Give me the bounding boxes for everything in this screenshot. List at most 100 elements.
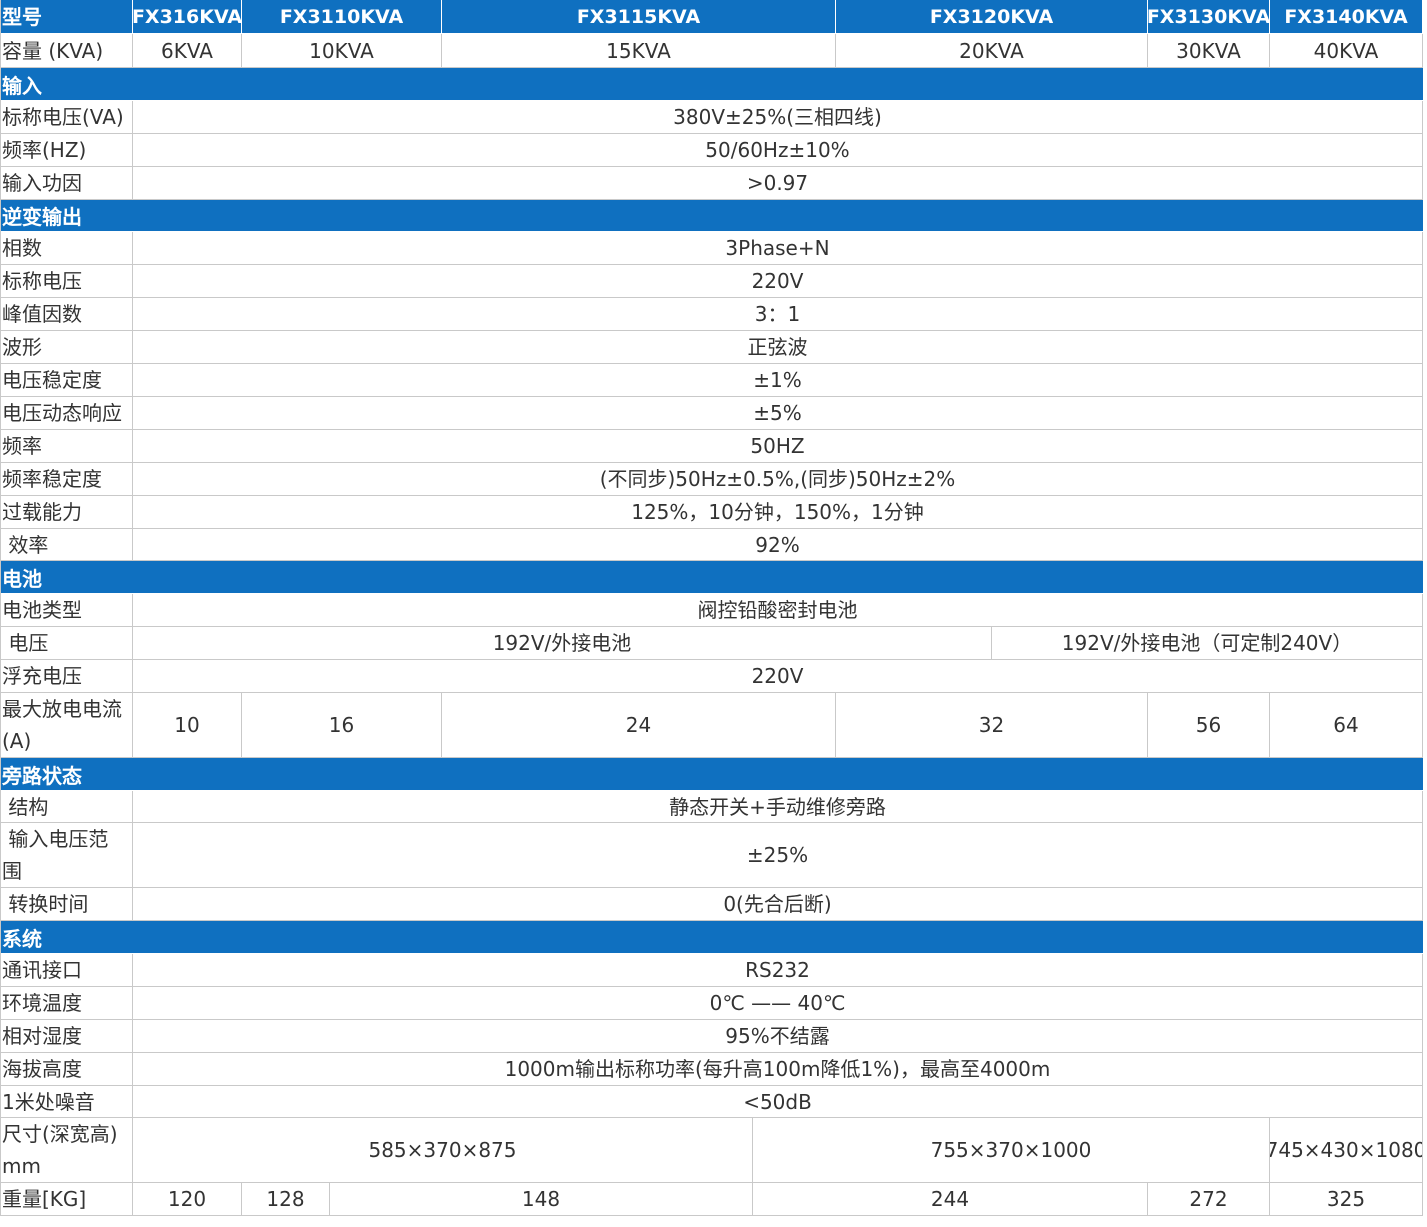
system-dim-label: 尺寸(深宽高) mm bbox=[2, 1118, 118, 1182]
output-voltage-label: 标称电压 bbox=[2, 269, 82, 293]
row-label: 通讯接口 bbox=[0, 954, 133, 987]
row-label: 波形 bbox=[0, 331, 133, 364]
section-bypass: 旁路状态 bbox=[0, 758, 1423, 791]
row-label: 1米处噪音 bbox=[0, 1086, 133, 1118]
input-freq-value: 50/60Hz±10% bbox=[133, 134, 1423, 167]
row-label: 频率(HZ) bbox=[0, 134, 133, 167]
battery-current-label-line2: (A) bbox=[2, 729, 32, 753]
row-label: 频率 bbox=[0, 430, 133, 463]
model-name: FX3140KVA bbox=[1270, 0, 1423, 34]
battery-current-value: 56 bbox=[1148, 693, 1270, 758]
output-dyn-value: ±5% bbox=[133, 397, 1423, 430]
system-alt-value: 1000m输出标称功率(每升高100m降低1%)，最高至4000m bbox=[133, 1053, 1423, 1086]
system-weight-label: 重量[KG] bbox=[2, 1187, 87, 1211]
output-overload-label: 过载能力 bbox=[2, 500, 82, 524]
battery-current-label-line1: 最大放电电流 bbox=[2, 697, 122, 721]
output-crest-label: 峰值因数 bbox=[2, 302, 82, 326]
bypass-range-label: 输入电压范 围 bbox=[2, 823, 108, 887]
model-name: FX3130KVA bbox=[1148, 0, 1270, 34]
section-input: 输入 bbox=[0, 68, 1423, 101]
row-label: 过载能力 bbox=[0, 496, 133, 529]
system-noise-value: <50dB bbox=[133, 1086, 1423, 1118]
output-stab-value: ±1% bbox=[133, 364, 1423, 397]
row-label: 标称电压(VA) bbox=[0, 101, 133, 134]
system-dim-label-line2: mm bbox=[2, 1154, 41, 1178]
system-dim-value: 755×370×1000 bbox=[753, 1118, 1270, 1183]
system-weight-value: 120 bbox=[133, 1183, 242, 1216]
battery-current-label: 最大放电电流 (A) bbox=[2, 693, 122, 757]
system-alt-label: 海拔高度 bbox=[2, 1057, 82, 1081]
output-dyn-label: 电压动态响应 bbox=[2, 401, 122, 425]
output-eff-value: 92% bbox=[133, 529, 1423, 561]
bypass-range-value: ±25% bbox=[133, 823, 1423, 888]
output-overload-value: 125%，10分钟，150%，1分钟 bbox=[133, 496, 1423, 529]
input-voltage-label: 标称电压(VA) bbox=[2, 105, 124, 129]
system-weight-value: 128 bbox=[242, 1183, 330, 1216]
system-weight-value: 325 bbox=[1270, 1183, 1423, 1216]
capacity-value: 15KVA bbox=[442, 34, 836, 68]
output-wave-value: 正弦波 bbox=[133, 331, 1423, 364]
row-label: 电压 bbox=[0, 627, 133, 660]
output-voltage-value: 220V bbox=[133, 265, 1423, 298]
battery-voltage-value-b: 192V/外接电池（可定制240V） bbox=[992, 627, 1423, 660]
system-temp-label: 环境温度 bbox=[2, 991, 82, 1015]
system-noise-label: 1米处噪音 bbox=[2, 1089, 95, 1114]
model-label: 型号 bbox=[2, 4, 42, 29]
system-dim-label-line1: 尺寸(深宽高) bbox=[2, 1122, 118, 1146]
system-comm-value: RS232 bbox=[133, 954, 1423, 987]
output-freq-label: 频率 bbox=[2, 434, 42, 458]
row-label: 海拔高度 bbox=[0, 1053, 133, 1086]
capacity-value: 40KVA bbox=[1270, 34, 1423, 68]
battery-voltage-label: 电压 bbox=[2, 631, 49, 655]
bypass-struct-label: 结构 bbox=[2, 794, 49, 819]
system-comm-label: 通讯接口 bbox=[2, 958, 82, 982]
bypass-range-label-line1: 输入电压范 bbox=[2, 827, 109, 851]
row-label: 相数 bbox=[0, 232, 133, 265]
output-freq-value: 50HZ bbox=[133, 430, 1423, 463]
spec-table: 型号 FX316KVA FX3110KVA FX3115KVA FX3120KV… bbox=[0, 0, 1423, 1216]
system-weight-value: 272 bbox=[1148, 1183, 1270, 1216]
row-label: 电压动态响应 bbox=[0, 397, 133, 430]
row-label: 输入功因 bbox=[0, 167, 133, 200]
input-voltage-value: 380V±25%(三相四线) bbox=[133, 101, 1423, 134]
system-dim-value: 585×370×875 bbox=[133, 1118, 753, 1183]
bypass-time-value: 0(先合后断) bbox=[133, 888, 1423, 921]
system-temp-value: 0℃ —— 40℃ bbox=[133, 987, 1423, 1020]
row-label: 峰值因数 bbox=[0, 298, 133, 331]
input-freq-label: 频率(HZ) bbox=[2, 138, 87, 162]
battery-type-label: 电池类型 bbox=[2, 598, 82, 622]
model-name: FX316KVA bbox=[133, 0, 242, 34]
row-label: 标称电压 bbox=[0, 265, 133, 298]
system-dim-value: 745×430×1080 bbox=[1270, 1118, 1423, 1183]
output-phase-label: 相数 bbox=[2, 236, 42, 260]
bypass-range-label-line2: 围 bbox=[2, 859, 22, 883]
output-crest-value: 3：1 bbox=[133, 298, 1423, 331]
row-label: 环境温度 bbox=[0, 987, 133, 1020]
input-pf-value: >0.97 bbox=[133, 167, 1423, 200]
bypass-time-label: 转换时间 bbox=[2, 892, 89, 916]
battery-current-value: 64 bbox=[1270, 693, 1423, 758]
row-label: 频率稳定度 bbox=[0, 463, 133, 496]
capacity-value: 10KVA bbox=[242, 34, 442, 68]
capacity-value: 20KVA bbox=[836, 34, 1148, 68]
battery-float-label: 浮充电压 bbox=[2, 664, 82, 688]
row-label: 结构 bbox=[0, 791, 133, 823]
system-weight-value: 244 bbox=[753, 1183, 1148, 1216]
section-system: 系统 bbox=[0, 921, 1423, 954]
system-weight-value: 148 bbox=[330, 1183, 753, 1216]
row-label: 电压稳定度 bbox=[0, 364, 133, 397]
system-hum-label: 相对湿度 bbox=[2, 1024, 82, 1048]
battery-float-value: 220V bbox=[133, 660, 1423, 693]
capacity-value: 30KVA bbox=[1148, 34, 1270, 68]
model-name: FX3120KVA bbox=[836, 0, 1148, 34]
capacity-label-cell: 容量 (KVA) bbox=[0, 34, 133, 68]
output-phase-value: 3Phase+N bbox=[133, 232, 1423, 265]
output-eff-label: 效率 bbox=[2, 532, 49, 557]
battery-current-value: 32 bbox=[836, 693, 1148, 758]
capacity-value: 6KVA bbox=[133, 34, 242, 68]
battery-current-value: 24 bbox=[442, 693, 836, 758]
output-fstab-label: 频率稳定度 bbox=[2, 467, 102, 491]
output-fstab-value: (不同步)50Hz±0.5%,(同步)50Hz±2% bbox=[133, 463, 1423, 496]
battery-type-value: 阀控铅酸密封电池 bbox=[133, 594, 1423, 627]
battery-current-value: 10 bbox=[133, 693, 242, 758]
